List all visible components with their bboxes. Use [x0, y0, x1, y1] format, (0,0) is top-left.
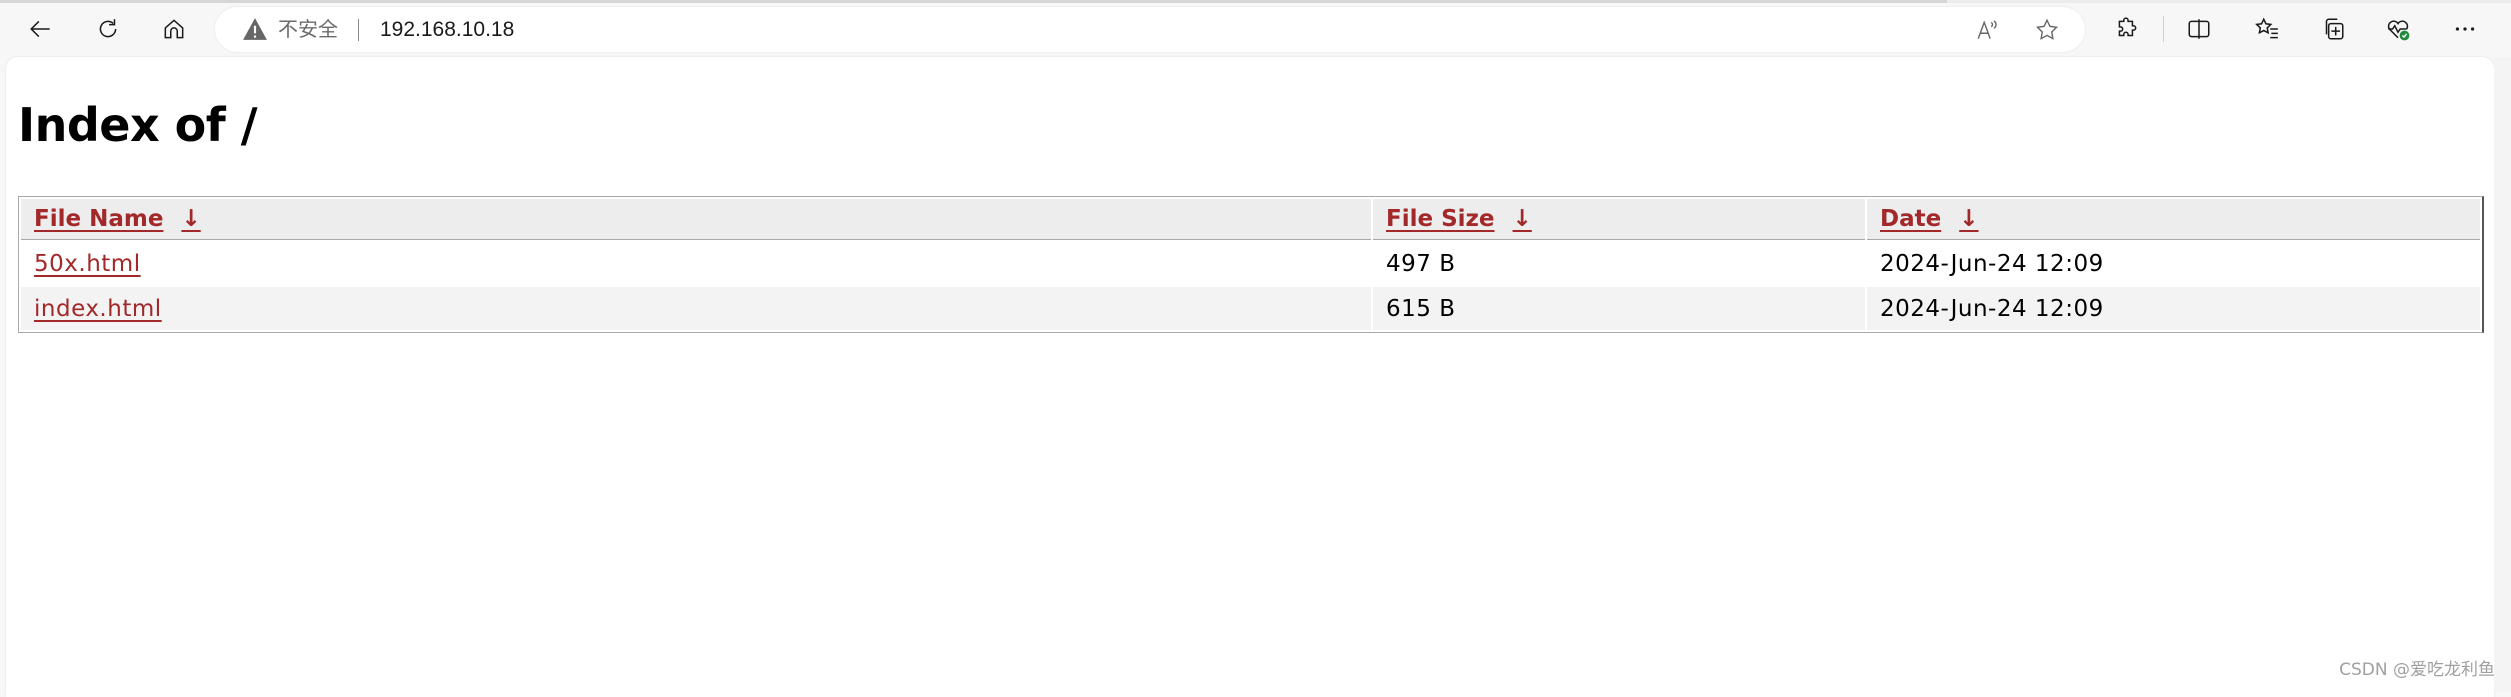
column-header-date: Date ↓ [1867, 199, 2480, 240]
home-icon [164, 19, 184, 39]
sort-arrow-icon[interactable]: ↓ [1513, 206, 1532, 232]
warning-triangle-icon[interactable] [242, 17, 268, 41]
read-aloud-button[interactable] [1974, 16, 2002, 44]
file-date-cell: 2024-Jun-24 12:09 [1867, 242, 2480, 285]
browser-essentials-icon [2387, 20, 2410, 41]
favorites-button[interactable] [2251, 13, 2283, 45]
file-listing-table: File Name ↓ File Size ↓ Date ↓ 50x.html … [18, 196, 2484, 333]
browser-essentials-button[interactable] [2382, 13, 2414, 45]
star-icon [2035, 18, 2059, 40]
refresh-icon [99, 19, 117, 38]
file-date-cell: 2024-Jun-24 12:09 [1867, 287, 2480, 330]
file-size-cell: 497 B [1373, 242, 1865, 285]
more-menu-button[interactable] [2449, 13, 2481, 45]
scrollbar-track[interactable] [2494, 57, 2511, 692]
table-row: index.html 615 B 2024-Jun-24 12:09 [21, 287, 2480, 330]
page-title: Index of / [18, 98, 258, 152]
sort-arrow-icon[interactable]: ↓ [1959, 206, 1978, 232]
toolbar-divider [2163, 16, 2164, 42]
home-button[interactable] [158, 13, 190, 45]
column-header-file-name: File Name ↓ [21, 199, 1371, 240]
sort-arrow-icon[interactable]: ↓ [181, 206, 200, 232]
file-name-cell: 50x.html [21, 242, 1371, 285]
table-header-row: File Name ↓ File Size ↓ Date ↓ [21, 199, 2480, 240]
column-label: File Name [34, 206, 164, 232]
collections-button[interactable] [2317, 13, 2349, 45]
sort-by-name-link[interactable]: File Name [34, 206, 163, 232]
favorites-icon [2255, 17, 2278, 39]
split-screen-icon [2188, 19, 2210, 39]
watermark-text: CSDN @爱吃龙利鱼 [2339, 660, 2495, 680]
address-separator [358, 19, 359, 41]
arrow-left-icon [30, 20, 50, 38]
file-size-cell: 615 B [1373, 287, 1865, 330]
column-label: Date [1880, 206, 1942, 232]
sort-by-size-link[interactable]: File Size [1386, 206, 1495, 232]
extensions-icon [2118, 17, 2137, 37]
read-aloud-icon [1977, 20, 1997, 39]
back-button[interactable] [25, 13, 57, 45]
page-content: Index of / File Name ↓ File Size ↓ Date … [6, 57, 2494, 697]
split-screen-button[interactable] [2183, 13, 2215, 45]
extensions-button[interactable] [2111, 13, 2143, 45]
sort-by-date-link[interactable]: Date [1880, 206, 1941, 232]
address-bar[interactable]: 不安全 192.168.10.18 [215, 7, 2085, 52]
file-link[interactable]: index.html [34, 296, 162, 322]
file-link[interactable]: 50x.html [34, 251, 141, 277]
table-row: 50x.html 497 B 2024-Jun-24 12:09 [21, 242, 2480, 285]
column-header-file-size: File Size ↓ [1373, 199, 1865, 240]
collections-icon [2325, 18, 2344, 40]
security-status-label[interactable]: 不安全 [278, 16, 338, 42]
column-label: File Size [1386, 206, 1495, 232]
url-text[interactable]: 192.168.10.18 [380, 16, 514, 43]
add-favorite-button[interactable] [2033, 16, 2061, 44]
refresh-button[interactable] [92, 13, 124, 45]
more-icon [2455, 27, 2475, 31]
file-name-cell: index.html [21, 287, 1371, 330]
browser-toolbar: 不安全 192.168.10.18 [0, 0, 2511, 57]
